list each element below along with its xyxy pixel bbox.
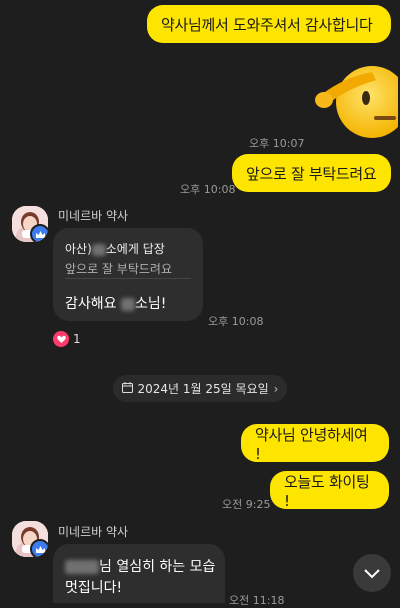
avatar[interactable] xyxy=(12,521,48,557)
message-text: 약사님께서 도와주셔서 감사합니다 xyxy=(161,15,373,34)
date-divider[interactable]: 2024년 1월 25일 목요일 › xyxy=(113,375,287,402)
calendar-icon xyxy=(121,381,133,396)
reply-target: 아산) 소에게 답장 xyxy=(65,242,165,256)
my-message-bubble[interactable]: 약사님께서 도와주셔서 감사합니다 xyxy=(147,5,391,43)
crown-badge-icon xyxy=(30,224,48,242)
redacted-name xyxy=(65,560,99,574)
message-text-line2: 멋집니다! xyxy=(65,580,123,596)
avatar[interactable] xyxy=(12,206,48,242)
timestamp: 오전 11:18 xyxy=(229,594,285,607)
sender-name: 미네르바 약사 xyxy=(58,209,129,223)
timestamp: 오후 10:08 xyxy=(180,183,236,196)
chevron-right-icon: › xyxy=(273,381,279,396)
my-message-bubble[interactable]: 앞으로 잘 부탁드려요 xyxy=(232,154,391,192)
scroll-down-button[interactable] xyxy=(353,554,391,592)
reaction-badge[interactable]: 1 xyxy=(53,330,81,348)
message-text: 감사해요 소님! xyxy=(65,296,167,312)
redacted-name xyxy=(120,297,135,311)
message-text: 앞으로 잘 부탁드려요 xyxy=(246,164,377,183)
reply-message-bubble[interactable]: 아산) 소에게 답장 앞으로 잘 부탁드려요 감사해요 소님! xyxy=(53,228,203,321)
timestamp: 오전 9:25 xyxy=(222,498,271,511)
date-label: 2024년 1월 25일 목요일 xyxy=(137,382,269,396)
heart-icon xyxy=(53,331,69,347)
quoted-text: 앞으로 잘 부탁드려요 xyxy=(65,262,172,276)
divider xyxy=(65,278,191,279)
message-text: 오늘도 화이팅 ! xyxy=(284,472,370,510)
timestamp: 오후 10:08 xyxy=(208,315,264,328)
message-text: 님 열심히 하는 모습 xyxy=(65,556,215,576)
sender-name: 미네르바 약사 xyxy=(58,525,129,539)
my-message-bubble[interactable]: 약사님 안녕하세여 ! xyxy=(241,424,389,463)
saluting-face-icon[interactable] xyxy=(312,58,400,138)
message-bubble[interactable]: 님 열심히 하는 모습 멋집니다! xyxy=(53,544,225,603)
timestamp: 오후 10:07 xyxy=(249,137,305,150)
reaction-count: 1 xyxy=(73,332,81,346)
crown-badge-icon xyxy=(30,539,48,557)
redacted-name xyxy=(91,243,106,256)
my-message-bubble[interactable]: 오늘도 화이팅 ! xyxy=(270,471,389,510)
message-text: 약사님 안녕하세여 ! xyxy=(255,425,368,463)
chevron-down-icon xyxy=(364,564,380,583)
